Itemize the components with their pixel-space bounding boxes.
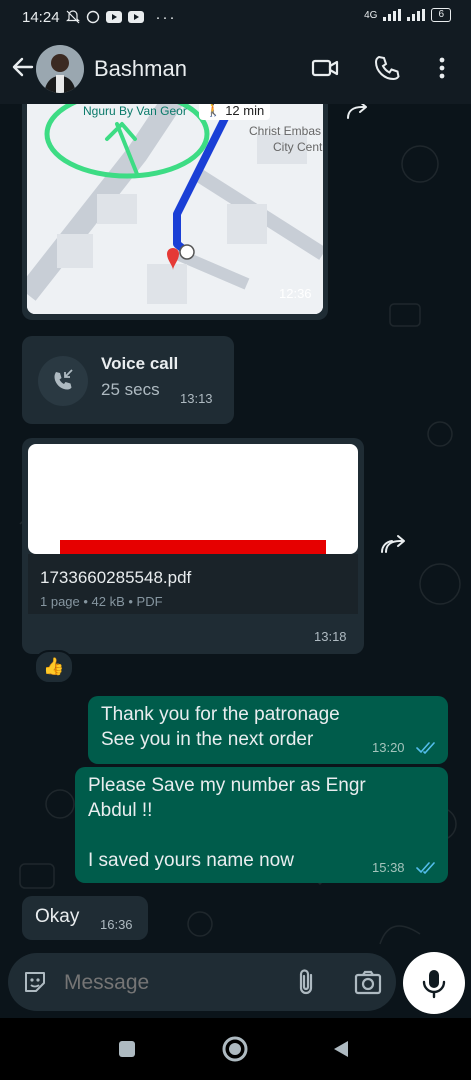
status-bar: 14:24 ··· 4G 6 — [0, 0, 471, 34]
youtube-notification-icon-2 — [127, 11, 144, 23]
battery-icon: 6 — [431, 8, 451, 22]
document-thumbnail[interactable] — [28, 444, 358, 554]
message-text: Thank you for the patronage See you in t… — [101, 704, 340, 750]
system-nav-bar — [0, 1018, 471, 1080]
whatsapp-notification-icon — [86, 10, 99, 24]
incoming-message[interactable]: Okay 16:36 — [22, 896, 148, 940]
document-time: 13:18 — [314, 629, 347, 644]
status-time: 14:24 — [22, 8, 60, 26]
walking-icon: 🚶 — [205, 104, 222, 117]
voice-record-button[interactable] — [403, 952, 465, 1014]
map-message-time: 12:36 — [279, 286, 312, 301]
location-message[interactable]: Nguru By Van Geor 🚶 12 min Christ Embas … — [22, 104, 328, 320]
outgoing-message[interactable]: Thank you for the patronage See you in t… — [88, 696, 448, 764]
back-arrow-icon[interactable] — [10, 54, 36, 80]
camera-icon[interactable] — [354, 969, 382, 995]
voice-call-message[interactable]: Voice call 25 secs 13:13 — [22, 336, 234, 424]
outgoing-message-2[interactable]: Please Save my number as Engr Abdul !! I… — [75, 767, 448, 883]
recents-icon[interactable] — [116, 1038, 138, 1060]
document-info[interactable]: 1733660285548.pdf 1 page • 42 kB • PDF — [28, 554, 358, 614]
voice-call-title: Voice call — [101, 354, 179, 373]
document-thumbnail-red-block — [60, 540, 326, 554]
message-text-2: Please Save my number as Engr Abdul !! I… — [88, 775, 366, 871]
network-label: 4G — [364, 9, 378, 21]
bell-off-icon — [65, 10, 80, 24]
walk-time-chip: 🚶 12 min — [199, 104, 271, 120]
message-composer — [8, 953, 396, 1011]
chat-area[interactable]: Nguru By Van Geor 🚶 12 min Christ Embas … — [0, 104, 471, 950]
voice-call-icon[interactable] — [373, 54, 401, 82]
back-nav-icon[interactable] — [330, 1038, 352, 1060]
message-text-okay: Okay — [35, 906, 80, 927]
attach-icon[interactable] — [294, 967, 320, 997]
forward-icon-2[interactable] — [378, 528, 412, 562]
voice-call-duration: 25 secs — [101, 380, 160, 399]
message-time: 13:20 — [372, 740, 405, 755]
map-street-label-2: City Cent — [273, 140, 323, 154]
map-place-label: Nguru By Van Geor — [83, 104, 187, 118]
walk-time: 12 min — [225, 104, 265, 118]
more-options-icon[interactable] — [428, 54, 456, 82]
avatar[interactable] — [36, 45, 84, 93]
message-time-okay: 16:36 — [100, 917, 133, 932]
thumbs-up-reaction: 👍 — [43, 657, 65, 676]
reaction-badge[interactable]: 👍 — [34, 650, 74, 684]
microphone-icon — [422, 970, 446, 999]
message-input[interactable] — [62, 965, 276, 1001]
contact-name[interactable]: Bashman — [94, 56, 187, 82]
document-meta: 1 page • 42 kB • PDF — [40, 594, 163, 609]
video-call-icon[interactable] — [311, 54, 339, 82]
sticker-icon[interactable] — [22, 969, 48, 995]
map-preview[interactable]: Nguru By Van Geor 🚶 12 min Christ Embas … — [27, 104, 323, 314]
chat-header: Bashman — [0, 34, 471, 104]
read-ticks-icon — [416, 742, 435, 755]
incoming-call-icon — [54, 369, 73, 390]
signal-icon-2 — [407, 9, 426, 21]
missed-call-icon-wrap — [38, 356, 88, 406]
map-street-label-1: Christ Embas — [249, 124, 322, 138]
youtube-notification-icon — [105, 11, 122, 23]
home-icon[interactable] — [221, 1035, 249, 1063]
read-ticks-icon-2 — [416, 862, 435, 875]
document-message[interactable]: 1733660285548.pdf 1 page • 42 kB • PDF 1… — [22, 438, 364, 654]
voice-call-time: 13:13 — [180, 391, 213, 406]
document-file-name: 1733660285548.pdf — [40, 568, 192, 587]
message-time-2: 15:38 — [372, 860, 405, 875]
more-notifications-icon: ··· — [155, 8, 177, 26]
signal-icon — [383, 9, 402, 21]
